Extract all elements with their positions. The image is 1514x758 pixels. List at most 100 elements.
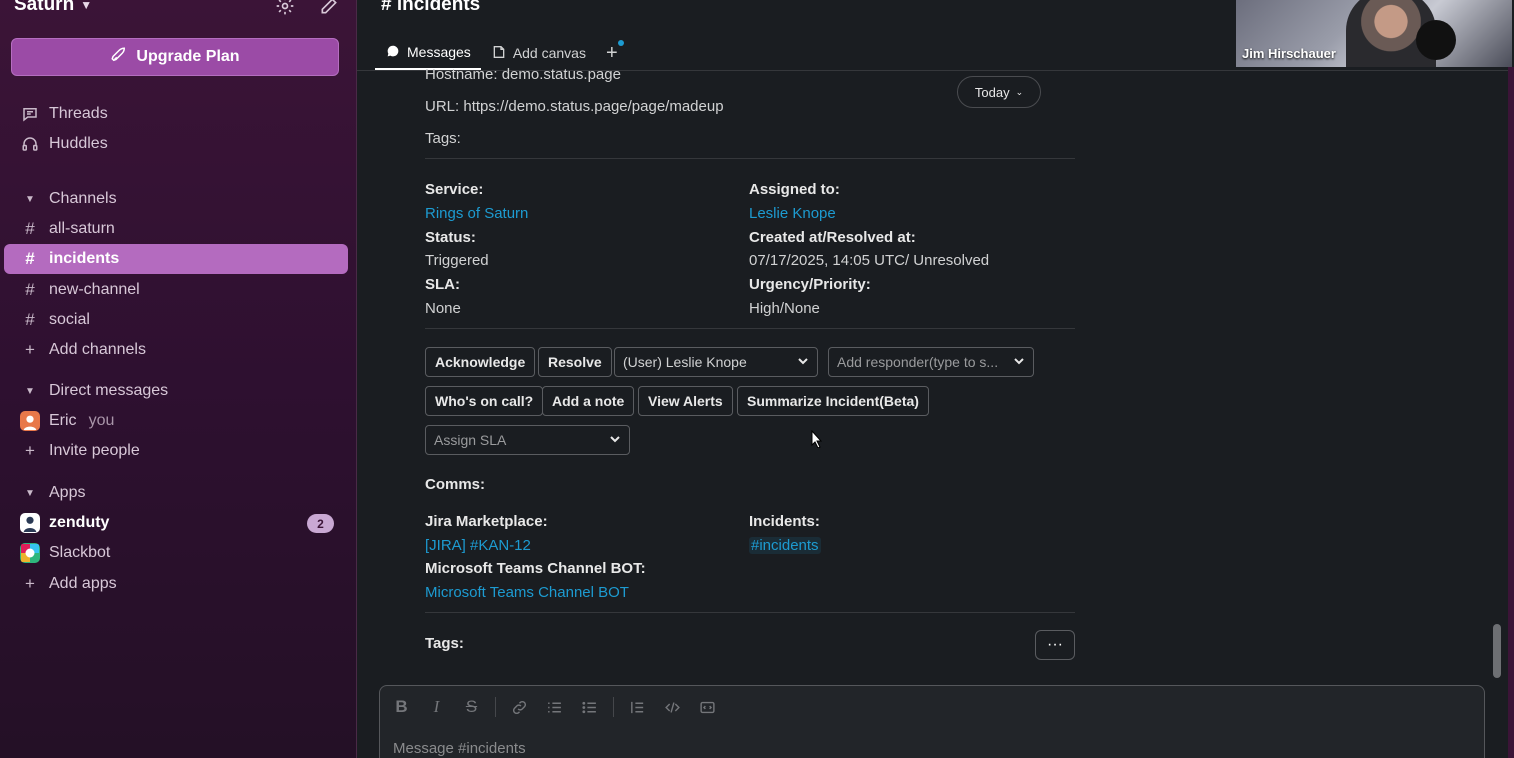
sidebar-channel-all-saturn[interactable]: # all-saturn — [4, 214, 348, 244]
service-label: Service: — [425, 181, 484, 198]
dm-section-toggle[interactable]: ▼ Direct messages — [4, 376, 348, 406]
hash-icon: # — [25, 249, 35, 268]
sla-label: SLA: — [425, 276, 460, 293]
summarize-incident-button[interactable]: Summarize Incident(Beta) — [737, 386, 929, 416]
hash-icon: # — [25, 280, 35, 299]
assignee-link[interactable]: Leslie Knope — [749, 205, 836, 222]
jira-label: Jira Marketplace: — [425, 513, 548, 530]
assignee-select-value: (User) Leslie Knope — [623, 354, 747, 370]
comms-label: Comms: — [425, 476, 486, 493]
url-row: URL: https://demo.status.page/page/madeu… — [425, 98, 724, 115]
plus-icon: + — [606, 39, 624, 65]
invite-people-button[interactable]: + Invite people — [4, 436, 348, 466]
url-link[interactable]: https://demo.status.page/page/madeup — [463, 98, 723, 115]
chevron-down-icon — [609, 432, 621, 448]
caret-down-icon: ▼ — [25, 193, 35, 205]
participant-name: Jim Hirschauer — [1242, 46, 1336, 61]
sidebar-channel-new-channel[interactable]: # new-channel — [4, 275, 348, 305]
app-item-zenduty[interactable]: zenduty 2 — [4, 508, 348, 538]
more-actions-button[interactable]: ··· — [1035, 630, 1075, 660]
message-input[interactable] — [393, 740, 1293, 757]
sidebar-channel-incidents[interactable]: # incidents — [4, 244, 348, 274]
jira-link[interactable]: [JIRA] #KAN-12 — [425, 537, 531, 554]
channel-title[interactable]: # incidents — [381, 0, 480, 16]
upgrade-plan-button[interactable]: Upgrade Plan — [11, 38, 339, 76]
acknowledge-button[interactable]: Acknowledge — [425, 347, 536, 377]
message-composer: B I S — [379, 685, 1485, 758]
avatar — [20, 411, 40, 431]
toolbar-divider — [613, 697, 614, 717]
bold-icon[interactable]: B — [390, 696, 413, 718]
urgency-value: High/None — [749, 300, 820, 317]
channel-label: new-channel — [49, 281, 140, 298]
incidents-channel-link[interactable]: #incidents — [749, 537, 821, 554]
add-responder-select[interactable]: Add responder(type to s... — [828, 347, 1034, 377]
view-alerts-button[interactable]: View Alerts — [638, 386, 733, 416]
resolve-button[interactable]: Resolve — [538, 347, 612, 377]
url-label: URL: — [425, 98, 460, 115]
tags-label-2: Tags: — [425, 635, 464, 652]
compose-icon[interactable] — [319, 0, 339, 21]
urgency-label: Urgency/Priority: — [749, 276, 871, 293]
dm-item-eric[interactable]: Eric you — [4, 406, 348, 436]
settings-gear-icon[interactable] — [275, 0, 295, 21]
window-edge — [1508, 67, 1514, 758]
sidebar: Saturn ▼ Upgrade Plan Threads Huddles ▼ … — [0, 0, 357, 758]
dm-name: Eric — [49, 412, 77, 429]
assign-sla-select[interactable]: Assign SLA — [425, 425, 630, 455]
tab-add-canvas[interactable]: Add canvas — [481, 36, 596, 70]
hash-icon: # — [25, 310, 35, 329]
rocket-icon — [110, 46, 128, 69]
sidebar-item-threads[interactable]: Threads — [4, 99, 348, 129]
workspace-switcher[interactable]: Saturn ▼ — [14, 0, 92, 16]
created-label: Created at/Resolved at: — [749, 229, 916, 246]
tab-messages[interactable]: Messages — [375, 36, 481, 70]
app-name: Slackbot — [49, 544, 111, 561]
more-icon: ··· — [1047, 636, 1063, 653]
apps-section-toggle[interactable]: ▼ Apps — [4, 478, 348, 508]
invite-people-label: Invite people — [49, 442, 140, 459]
service-link[interactable]: Rings of Saturn — [425, 205, 528, 222]
huddle-video-tile[interactable]: Jim Hirschauer — [1236, 0, 1512, 67]
upgrade-plan-label: Upgrade Plan — [136, 48, 240, 65]
section-divider — [425, 612, 1075, 613]
status-label: Status: — [425, 229, 476, 246]
section-divider — [425, 328, 1075, 329]
add-note-button[interactable]: Add a note — [542, 386, 635, 416]
zenduty-avatar — [20, 513, 40, 533]
plus-icon: + — [25, 574, 35, 593]
tab-label: Add canvas — [512, 45, 586, 61]
assigned-label: Assigned to: — [749, 181, 840, 198]
assignee-select[interactable]: (User) Leslie Knope — [614, 347, 818, 377]
channels-section-toggle[interactable]: ▼ Channels — [4, 184, 348, 214]
message-bubble-icon — [385, 43, 401, 62]
link-icon[interactable] — [508, 696, 531, 718]
microphone-icon — [1416, 20, 1456, 60]
sidebar-channel-social[interactable]: # social — [4, 305, 348, 335]
workspace-name: Saturn — [14, 0, 75, 15]
sidebar-item-huddles[interactable]: Huddles — [4, 129, 348, 159]
bulleted-list-icon[interactable] — [578, 696, 601, 718]
blockquote-icon[interactable] — [626, 696, 649, 718]
app-item-slackbot[interactable]: Slackbot — [4, 538, 348, 568]
add-tab-button[interactable]: + — [596, 36, 628, 70]
section-label: Apps — [49, 484, 86, 501]
numbered-list-icon[interactable] — [543, 696, 566, 718]
chevron-down-icon — [797, 354, 809, 370]
app-name: zenduty — [49, 514, 110, 531]
tab-label: Messages — [407, 44, 471, 60]
code-icon[interactable] — [661, 696, 684, 718]
italic-icon[interactable]: I — [425, 696, 448, 718]
code-block-icon[interactable] — [696, 696, 719, 718]
date-jump-button[interactable]: Today ⌄ — [957, 76, 1041, 108]
hostname-text: Hostname: demo.status.page — [425, 66, 621, 83]
whos-on-call-button[interactable]: Who's on call? — [425, 386, 544, 416]
add-channels-button[interactable]: + Add channels — [4, 335, 348, 365]
teams-link[interactable]: Microsoft Teams Channel BOT — [425, 584, 629, 601]
plus-icon: + — [25, 441, 35, 460]
strikethrough-icon[interactable]: S — [460, 696, 483, 718]
scrollbar-thumb[interactable] — [1493, 624, 1501, 678]
add-apps-button[interactable]: + Add apps — [4, 569, 348, 599]
add-channels-label: Add channels — [49, 341, 146, 358]
today-label: Today — [974, 84, 1010, 100]
